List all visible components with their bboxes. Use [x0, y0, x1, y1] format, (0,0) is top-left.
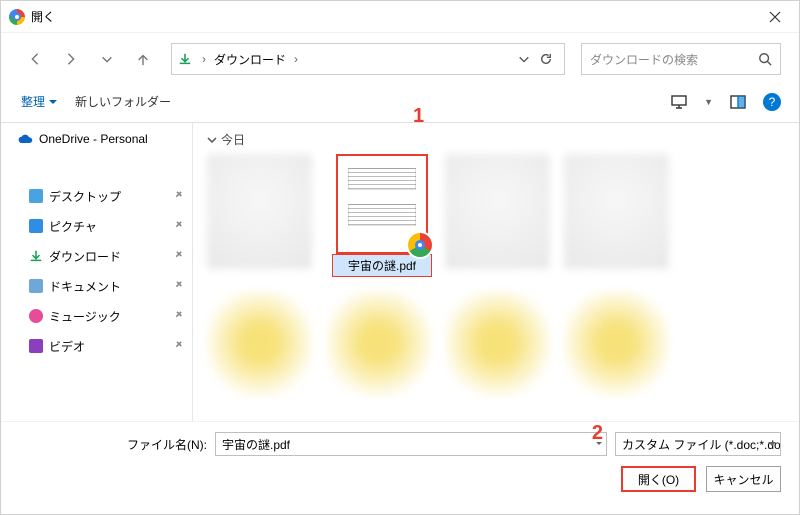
sidebar-item-label: デスクトップ: [49, 188, 121, 205]
chevron-down-icon: [207, 135, 217, 145]
nav-row: › ダウンロード › ダウンロードの検索: [1, 33, 799, 85]
section-header[interactable]: 今日: [207, 131, 785, 148]
file-thumbnail[interactable]: [207, 291, 312, 406]
pictures-icon: [29, 219, 43, 233]
back-button[interactable]: [19, 44, 51, 74]
view-mode-button[interactable]: [668, 91, 690, 113]
annotation-marker-1: 1: [413, 105, 424, 128]
selected-file-thumbnail[interactable]: 宇宙の謎.pdf: [332, 154, 432, 277]
chevron-down-icon: [100, 52, 114, 66]
content-area[interactable]: 今日 1 宇宙の謎.pdf: [193, 123, 799, 421]
help-button[interactable]: ?: [763, 93, 781, 111]
chevron-right-icon: ›: [198, 52, 210, 66]
sidebar-item-label: OneDrive - Personal: [39, 132, 148, 146]
forward-button[interactable]: [55, 44, 87, 74]
file-thumbnail[interactable]: [445, 154, 550, 269]
recent-dropdown[interactable]: [91, 44, 123, 74]
file-thumbnail[interactable]: [445, 291, 550, 406]
chrome-icon: [9, 9, 25, 25]
music-icon: [29, 309, 43, 323]
dropdown-caret-icon[interactable]: ▼: [704, 97, 713, 107]
downloads-icon: [178, 52, 192, 66]
chevron-down-icon: [49, 100, 57, 108]
sidebar-item-documents[interactable]: ドキュメント: [1, 271, 192, 301]
documents-icon: [29, 279, 43, 293]
pin-icon: [169, 338, 186, 355]
sidebar-item-label: ミュージック: [49, 308, 121, 325]
sidebar-item-downloads[interactable]: ダウンロード: [1, 241, 192, 271]
preview-pane-button[interactable]: [727, 91, 749, 113]
address-bar[interactable]: › ダウンロード ›: [171, 43, 565, 75]
main-area: OneDrive - Personal デスクトップ ピクチャ ダウンロード ド…: [1, 123, 799, 421]
titlebar: 開く: [1, 1, 799, 33]
monitor-icon: [671, 94, 687, 110]
panel-icon: [730, 94, 746, 110]
desktop-icon: [29, 189, 43, 203]
file-thumbnail[interactable]: [326, 291, 431, 406]
pin-icon: [169, 218, 186, 235]
search-icon: [758, 52, 772, 66]
pin-icon: [169, 308, 186, 325]
arrow-right-icon: [64, 52, 78, 66]
search-placeholder: ダウンロードの検索: [590, 51, 698, 68]
path-segment[interactable]: ダウンロード: [210, 49, 290, 70]
sidebar-item-label: ドキュメント: [49, 278, 121, 295]
refresh-icon[interactable]: [540, 53, 552, 65]
sidebar-item-desktop[interactable]: デスクトップ: [1, 181, 192, 211]
footer: ファイル名(N): 宇宙の謎.pdf カスタム ファイル (*.doc;*.do…: [1, 421, 799, 506]
pin-icon: [169, 278, 186, 295]
chevron-down-icon[interactable]: [518, 53, 530, 65]
pin-icon: [169, 248, 186, 265]
sidebar-item-pictures[interactable]: ピクチャ: [1, 211, 192, 241]
close-icon: [769, 11, 781, 23]
videos-icon: [29, 339, 43, 353]
arrow-left-icon: [28, 52, 42, 66]
search-input[interactable]: ダウンロードの検索: [581, 43, 781, 75]
filetype-filter[interactable]: カスタム ファイル (*.doc;*.docx;*.xls: [615, 432, 781, 456]
sidebar: OneDrive - Personal デスクトップ ピクチャ ダウンロード ド…: [1, 123, 193, 421]
sidebar-item-videos[interactable]: ビデオ: [1, 331, 192, 361]
cloud-icon: [17, 133, 33, 145]
sidebar-item-music[interactable]: ミュージック: [1, 301, 192, 331]
filename-input[interactable]: 宇宙の謎.pdf: [215, 432, 607, 456]
up-button[interactable]: [127, 44, 159, 74]
cancel-button[interactable]: キャンセル: [706, 466, 781, 492]
open-button[interactable]: 開く(O): [621, 466, 696, 492]
window-title: 開く: [31, 8, 55, 25]
close-button[interactable]: [755, 2, 795, 32]
chrome-badge-icon: [406, 231, 434, 259]
sidebar-item-label: ピクチャ: [49, 218, 97, 235]
organize-menu[interactable]: 整理: [19, 89, 59, 114]
downloads-icon: [29, 249, 43, 263]
pin-icon: [169, 188, 186, 205]
file-thumbnail[interactable]: [207, 154, 312, 269]
sidebar-item-label: ビデオ: [49, 338, 85, 355]
toolbar: 整理 新しいフォルダー ▼ ?: [1, 85, 799, 123]
new-folder-button[interactable]: 新しいフォルダー: [73, 89, 173, 114]
sidebar-item-onedrive[interactable]: OneDrive - Personal: [1, 125, 192, 153]
sidebar-item-label: ダウンロード: [49, 248, 121, 265]
annotation-marker-2: 2: [592, 422, 603, 445]
chevron-right-icon: ›: [290, 52, 302, 66]
arrow-up-icon: [136, 52, 150, 66]
filename-label: ファイル名(N):: [19, 436, 207, 453]
file-thumbnail[interactable]: [564, 291, 669, 406]
file-thumbnail[interactable]: [564, 154, 669, 269]
